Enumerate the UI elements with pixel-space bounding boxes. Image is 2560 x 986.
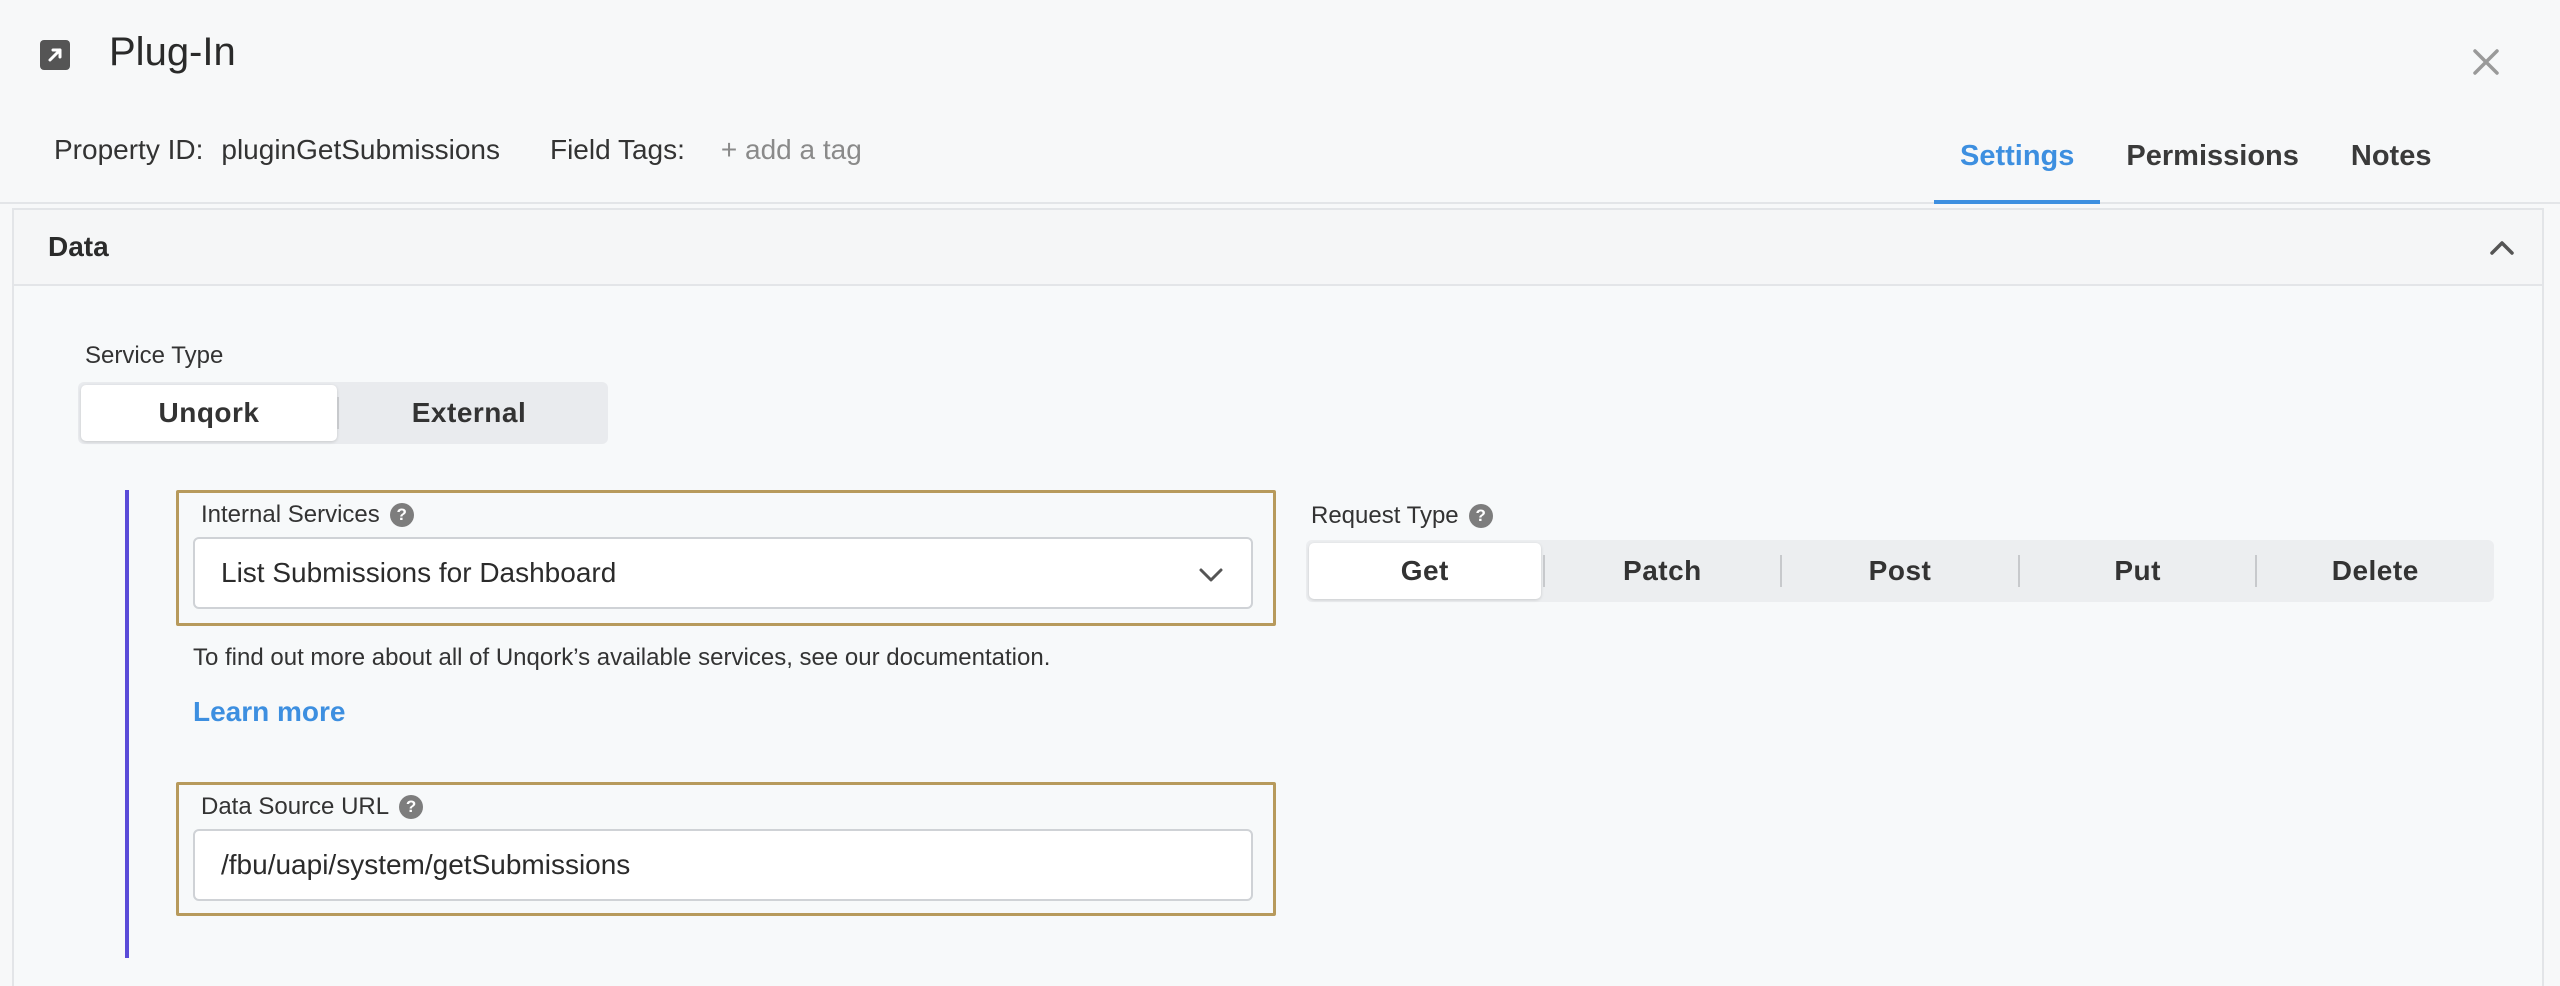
request-type-label-text: Request Type: [1311, 502, 1459, 529]
segment-divider: [2255, 555, 2258, 587]
request-type-put[interactable]: Put: [2022, 543, 2254, 599]
service-type-unqork[interactable]: Unqork: [81, 385, 337, 441]
modal-header: Plug-In Property ID: pluginGetSubmission…: [0, 0, 2560, 204]
property-id-label: Property ID:: [54, 134, 204, 165]
internal-services-label: Internal Services ?: [201, 501, 414, 529]
tab-notes[interactable]: Notes: [2325, 120, 2458, 204]
service-type-label: Service Type: [85, 342, 224, 369]
collapse-button[interactable]: [2480, 226, 2524, 270]
internal-services-label-text: Internal Services: [201, 501, 380, 528]
data-source-url-label: Data Source URL ?: [201, 793, 424, 821]
question-circle-icon[interactable]: ?: [399, 795, 424, 819]
data-panel: Data Service Type Unqork External Intern…: [12, 208, 2544, 986]
add-tag-input[interactable]: + add a tag: [721, 134, 862, 166]
segment-divider: [2017, 555, 2020, 587]
plugin-settings-modal: Plug-In Property ID: pluginGetSubmission…: [0, 0, 2560, 986]
tab-permissions[interactable]: Permissions: [2100, 120, 2324, 204]
segment-divider: [1542, 555, 1545, 587]
request-type-label: Request Type ?: [1311, 502, 1493, 530]
data-panel-title: Data: [48, 231, 109, 262]
data-source-url-value: /fbu/uapi/system/getSubmissions: [221, 849, 631, 880]
data-panel-header[interactable]: Data: [14, 210, 2542, 286]
chevron-up-icon: [2490, 241, 2514, 255]
settings-tabs: Settings Permissions Notes: [1934, 120, 2457, 204]
service-type-external[interactable]: External: [339, 385, 599, 441]
service-type-toggle: Unqork External: [78, 382, 608, 444]
segment-divider: [1780, 555, 1783, 587]
chevron-down-icon: [1199, 568, 1223, 582]
modal-title: Plug-In: [109, 30, 236, 74]
internal-services-value: List Submissions for Dashboard: [221, 557, 617, 588]
property-meta-row: Property ID: pluginGetSubmissions Field …: [54, 130, 862, 170]
field-tags-label: Field Tags:: [549, 134, 685, 165]
request-type-post[interactable]: Post: [1784, 543, 2016, 599]
close-button[interactable]: [2462, 38, 2510, 86]
section-accent-bar: [125, 490, 129, 958]
learn-more-link[interactable]: Learn more: [193, 696, 346, 728]
property-id-value[interactable]: pluginGetSubmissions: [221, 134, 500, 166]
question-circle-icon[interactable]: ?: [389, 503, 414, 527]
request-type-get[interactable]: Get: [1309, 543, 1541, 599]
internal-services-dropdown[interactable]: List Submissions for Dashboard: [193, 537, 1253, 609]
request-type-toggle: Get Patch Post Put Delete: [1306, 540, 2494, 602]
tab-settings[interactable]: Settings: [1934, 120, 2101, 204]
data-source-url-input[interactable]: /fbu/uapi/system/getSubmissions: [193, 829, 1253, 901]
data-source-url-label-text: Data Source URL: [201, 793, 390, 820]
data-source-url-highlight: Data Source URL ? /fbu/uapi/system/getSu…: [176, 782, 1276, 916]
internal-services-highlight: Internal Services ? List Submissions for…: [176, 490, 1276, 626]
request-type-patch[interactable]: Patch: [1547, 543, 1779, 599]
external-link-icon: [40, 40, 70, 70]
request-type-delete[interactable]: Delete: [2259, 543, 2491, 599]
question-circle-icon[interactable]: ?: [1468, 504, 1493, 528]
close-icon: [2473, 49, 2499, 75]
services-help-text: To find out more about all of Unqork’s a…: [193, 644, 1051, 671]
